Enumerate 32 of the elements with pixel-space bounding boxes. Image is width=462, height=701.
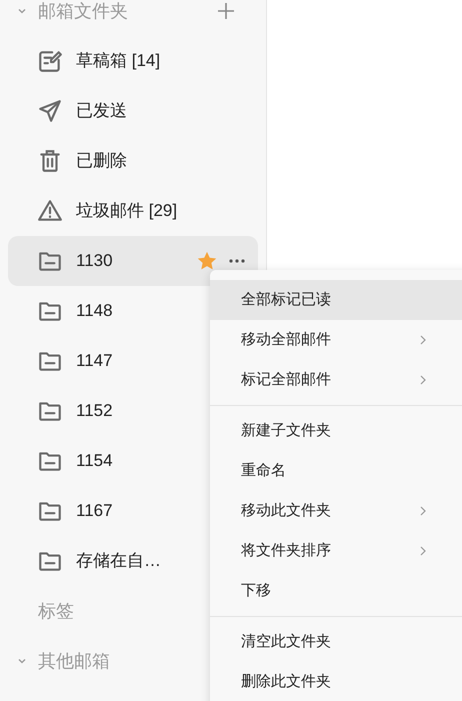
edit-icon: [37, 48, 63, 74]
folder-label: 1147: [76, 350, 114, 372]
warning-icon: [37, 198, 63, 224]
folder-item[interactable]: 已发送: [8, 86, 258, 136]
folder-label: 已发送: [76, 100, 128, 122]
folder-label: 草稿箱 [14]: [76, 50, 162, 72]
folder-label: 1148: [76, 300, 114, 322]
folder-item[interactable]: 草稿箱 [14]: [8, 36, 258, 86]
folder-label: 1154: [76, 450, 114, 472]
folder-item[interactable]: 垃圾邮件 [29]: [8, 186, 258, 236]
folder-label: 1152: [76, 400, 114, 422]
menu-item[interactable]: 全部标记已读: [210, 280, 462, 320]
folder-label: 1130: [76, 250, 114, 272]
folder-label: 存储在自…: [76, 550, 162, 572]
menu-item[interactable]: 删除此文件夹: [210, 662, 462, 701]
folder-item[interactable]: 1130: [8, 236, 258, 286]
menu-item[interactable]: 移动全部邮件: [210, 320, 462, 360]
menu-item[interactable]: 将文件夹排序: [210, 531, 462, 571]
menu-item[interactable]: 下移: [210, 571, 462, 611]
menu-item[interactable]: 新建子文件夹: [210, 411, 462, 451]
more-icon[interactable]: [228, 258, 246, 264]
folder-label: 1167: [76, 500, 114, 522]
menu-item[interactable]: 重命名: [210, 451, 462, 491]
menu-item[interactable]: 移动此文件夹: [210, 491, 462, 531]
folder-label: 垃圾邮件 [29]: [76, 200, 178, 222]
folder-label: 已删除: [76, 150, 128, 172]
send-icon: [37, 98, 63, 124]
plus-icon[interactable]: [216, 1, 236, 21]
menu-item[interactable]: 标记全部邮件: [210, 360, 462, 400]
star-icon[interactable]: [196, 250, 218, 272]
menu-item[interactable]: 清空此文件夹: [210, 622, 462, 662]
folder-item[interactable]: 已删除: [8, 136, 258, 186]
